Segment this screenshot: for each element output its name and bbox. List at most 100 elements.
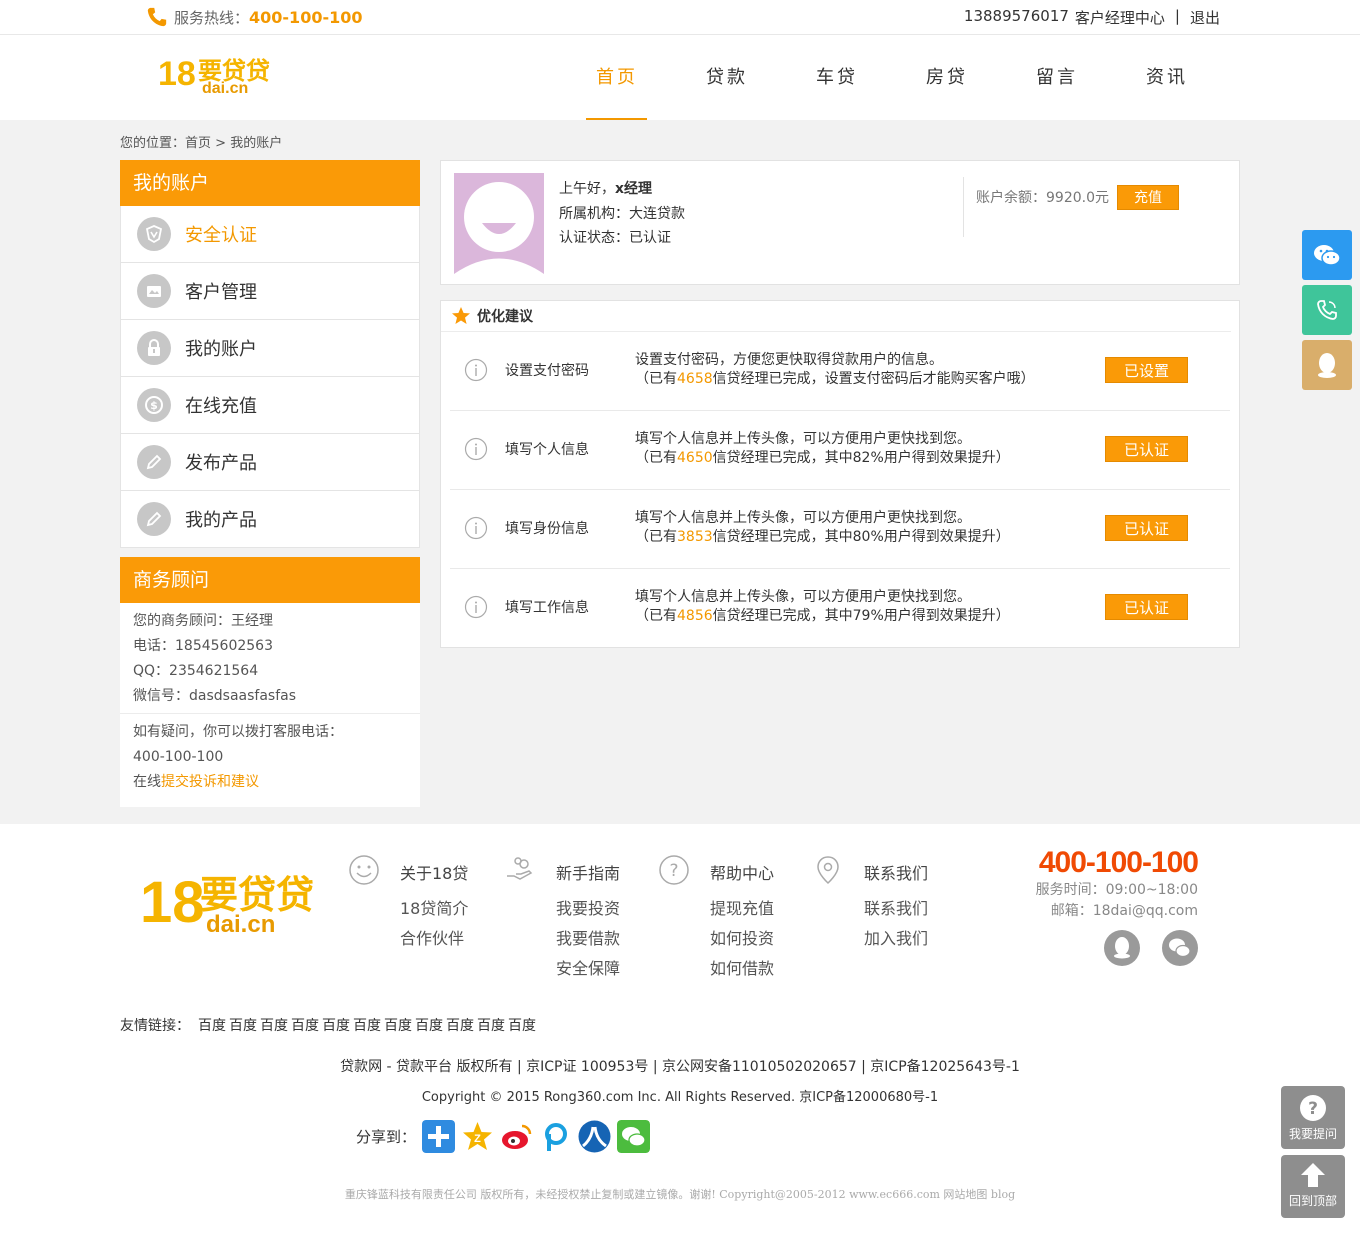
nav-news[interactable]: 资讯 xyxy=(1136,35,1246,121)
copyright-line-2: Copyright © 2015 Rong360.com Inc. All Ri… xyxy=(421,1090,939,1105)
footer-logo-graphic: 18 要贷贷 dai.cn xyxy=(140,870,314,938)
info-icon xyxy=(464,358,488,382)
footer-hotline: 400-100-100 xyxy=(1038,846,1199,879)
smile-icon xyxy=(349,855,379,885)
wechat-share-icon[interactable] xyxy=(617,1120,651,1153)
info-icon xyxy=(464,437,488,461)
friend-link[interactable]: 百度 xyxy=(353,1018,381,1034)
sidebar-item-security[interactable]: 安全认证 xyxy=(120,206,420,263)
topbar: 服务热线： 400-100-100 13889576017 客户经理中心 | 退… xyxy=(0,0,1360,35)
suggestion-title: 填写工作信息 xyxy=(505,600,589,616)
sidebar-item-account[interactable]: 我的账户 xyxy=(120,320,420,377)
suggestion-desc: 设置支付密码，方便您更快取得贷款用户的信息。 （已有4658信贷经理已完成，设置… xyxy=(635,351,1035,389)
footer-link[interactable]: 提现充值 xyxy=(710,895,774,919)
suggestions-header: 优化建议 xyxy=(441,301,1231,332)
sidebar-item-label: 客户管理 xyxy=(185,282,257,303)
friend-link[interactable]: 百度 xyxy=(415,1018,443,1034)
nav-house-loan-label: 房贷 xyxy=(926,67,968,88)
qq-float-button[interactable] xyxy=(1302,340,1352,390)
nav-car-loan[interactable]: 车贷 xyxy=(806,35,916,121)
sidebar-item-publish[interactable]: 发布产品 xyxy=(120,434,420,491)
site-logo[interactable]: 18 要贷贷 dai.cn xyxy=(158,53,293,99)
footer-link[interactable]: 18贷简介 xyxy=(400,895,468,919)
top-separator: | xyxy=(1174,7,1180,25)
footer-link[interactable]: 合作伙伴 xyxy=(400,925,464,949)
advisor-service-number: 400-100-100 xyxy=(133,749,224,765)
back-to-top-button[interactable]: 回到顶部 xyxy=(1281,1155,1345,1218)
footer-link[interactable]: 加入我们 xyxy=(864,925,928,949)
footer-link[interactable]: 安全保障 xyxy=(556,955,620,979)
friend-link[interactable]: 百度 xyxy=(260,1018,288,1034)
complaint-link[interactable]: 提交投诉和建议 xyxy=(161,774,259,790)
personal-info-button[interactable]: 已认证 xyxy=(1105,436,1188,462)
footer-logo: 18 要贷贷 dai.cn xyxy=(140,868,325,942)
share-more-icon[interactable] xyxy=(422,1120,456,1153)
sidebar-item-customers[interactable]: 客户管理 xyxy=(120,263,420,320)
breadcrumb-home[interactable]: 首页 xyxy=(185,136,211,151)
svg-text:18: 18 xyxy=(158,55,196,93)
greeting-text: 上午好， xyxy=(559,181,615,197)
nav-message-label: 留言 xyxy=(1036,67,1078,88)
sidebar-item-products[interactable]: 我的产品 xyxy=(120,491,420,548)
breadcrumb: 您的位置：首页 > 我的账户 xyxy=(120,132,282,151)
online-prefix: 在线 xyxy=(133,774,161,790)
footer-link[interactable]: 我要投资 xyxy=(556,895,620,919)
svg-text:Z: Z xyxy=(474,1133,481,1145)
share-bar: 分享到： Z xyxy=(356,1120,651,1153)
profile-card: 上午好，x经理 所属机构：大连贷款 认证状态：已认证 账户余额：9920.0元 … xyxy=(440,160,1240,285)
qq-icon[interactable] xyxy=(1104,930,1140,966)
footer-col-title: 帮助中心 xyxy=(710,864,775,883)
friend-link[interactable]: 百度 xyxy=(384,1018,412,1034)
suggestions-title: 优化建议 xyxy=(477,309,533,325)
phone-icon xyxy=(147,7,167,27)
footer-email: 邮箱：18dai@qq.com xyxy=(1050,903,1198,919)
breadcrumb-current: 我的账户 xyxy=(230,136,283,151)
desc-count: 4658 xyxy=(677,371,713,387)
desc-count: 3853 xyxy=(677,529,713,545)
renren-icon[interactable] xyxy=(578,1120,611,1153)
wechat-float-button[interactable] xyxy=(1302,230,1352,280)
friend-link[interactable]: 百度 xyxy=(229,1018,257,1034)
manager-center-link[interactable]: 客户经理中心 xyxy=(1075,7,1165,28)
pencil-icon xyxy=(137,445,171,479)
ask-question-button[interactable]: ? 我要提问 xyxy=(1281,1086,1345,1149)
footer-link[interactable]: 如何借款 xyxy=(710,955,774,979)
set-password-button[interactable]: 已设置 xyxy=(1105,357,1188,383)
friend-link[interactable]: 百度 xyxy=(508,1018,536,1034)
suggestion-row: 填写工作信息 填写个人信息并上传头像，可以方便用户更快找到您。 （已有4856信… xyxy=(450,569,1230,648)
footer-contact: 400-100-100 服务时间：09:00~18:00 邮箱：18dai@qq… xyxy=(1034,846,1199,966)
avatar xyxy=(454,173,544,274)
weibo-icon[interactable] xyxy=(500,1120,533,1153)
desc-count: 4650 xyxy=(677,450,713,466)
phone-float-button[interactable] xyxy=(1302,285,1352,335)
ask-question-label: 我要提问 xyxy=(1288,1127,1337,1141)
friend-link[interactable]: 百度 xyxy=(322,1018,350,1034)
nav-loan[interactable]: 贷款 xyxy=(696,35,806,121)
question-icon: ? xyxy=(1300,1095,1326,1121)
footer-link[interactable]: 我要借款 xyxy=(556,925,620,949)
footer-link[interactable]: 如何投资 xyxy=(710,925,774,949)
suggestion-desc-line1: 设置支付密码，方便您更快取得贷款用户的信息。 xyxy=(635,352,943,368)
nav-home[interactable]: 首页 xyxy=(586,35,696,121)
advisor-question: 如有疑问，你可以拨打客服电话： xyxy=(133,724,343,740)
nav-message[interactable]: 留言 xyxy=(1026,35,1136,121)
friend-link[interactable]: 百度 xyxy=(477,1018,505,1034)
friend-link[interactable]: 百度 xyxy=(198,1018,226,1034)
suggestion-title: 填写个人信息 xyxy=(505,442,589,458)
balance-area: 账户余额：9920.0元 xyxy=(963,177,1109,237)
sidebar-item-label: 我的账户 xyxy=(185,339,257,360)
qzone-icon[interactable]: Z xyxy=(461,1120,494,1153)
recharge-button[interactable]: 充值 xyxy=(1117,185,1179,210)
advisor-qq: QQ：2354621564 xyxy=(133,663,259,679)
nav-house-loan[interactable]: 房贷 xyxy=(916,35,1026,121)
sidebar-item-recharge[interactable]: $ 在线充值 xyxy=(120,377,420,434)
suggestion-desc: 填写个人信息并上传头像，可以方便用户更快找到您。 （已有4650信贷经理已完成，… xyxy=(635,430,1010,468)
work-info-button[interactable]: 已认证 xyxy=(1105,594,1188,620)
pengyou-icon[interactable] xyxy=(539,1120,572,1153)
logout-link[interactable]: 退出 xyxy=(1190,7,1220,28)
footer-link[interactable]: 联系我们 xyxy=(864,895,928,919)
wechat-icon[interactable] xyxy=(1162,930,1198,966)
friend-link[interactable]: 百度 xyxy=(446,1018,474,1034)
identity-info-button[interactable]: 已认证 xyxy=(1105,515,1188,541)
friend-link[interactable]: 百度 xyxy=(291,1018,319,1034)
